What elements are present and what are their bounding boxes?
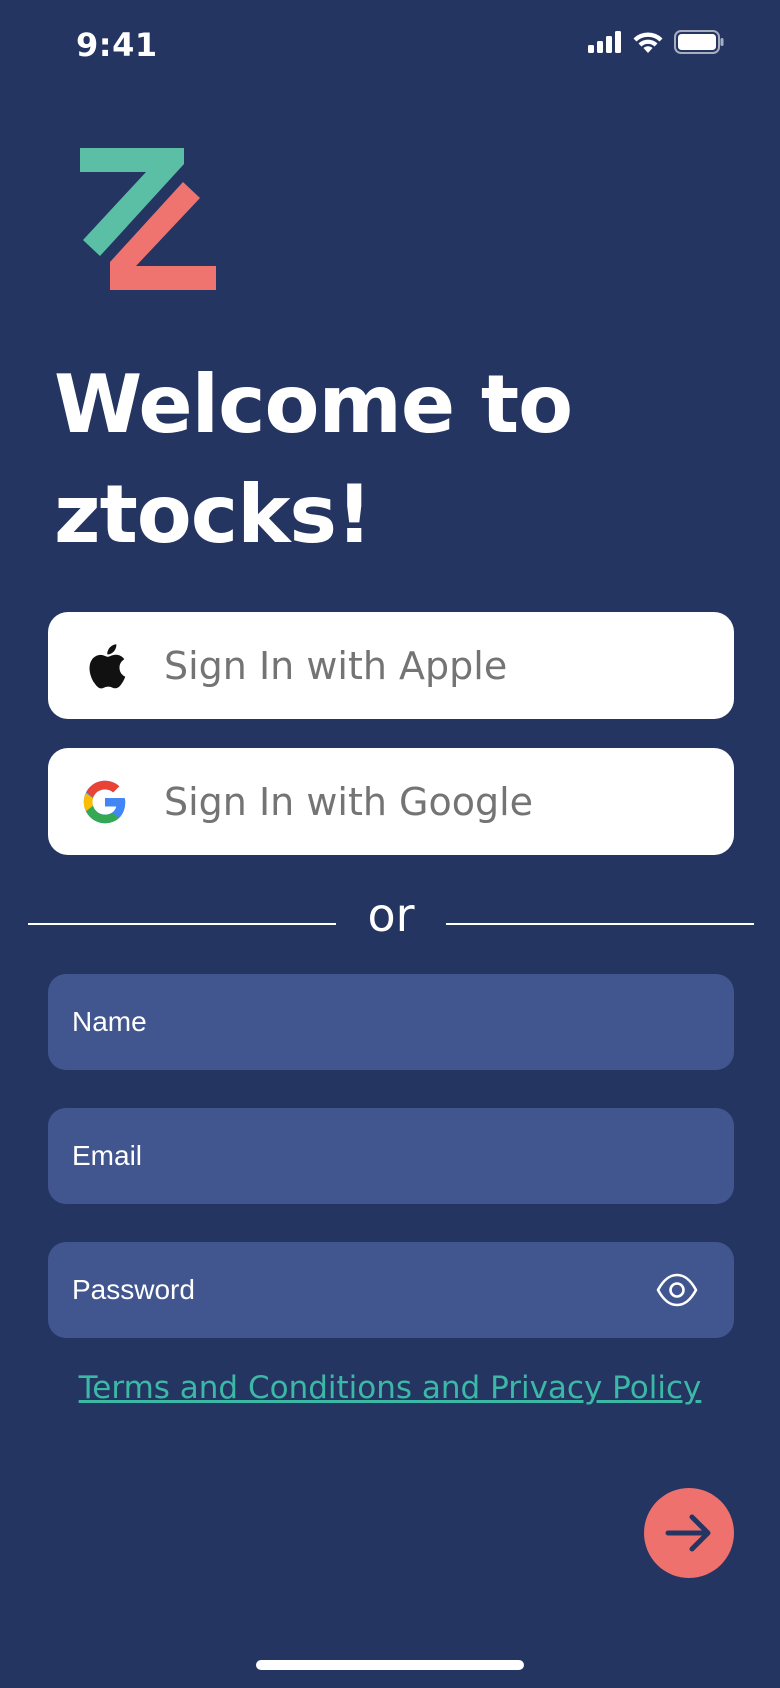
password-field-container <box>48 1242 734 1338</box>
welcome-title-line-2: ztocks! <box>54 468 372 561</box>
battery-icon <box>674 30 724 54</box>
status-bar-time: 9:41 <box>76 26 158 64</box>
or-text: or <box>367 888 415 942</box>
ztocks-logo <box>80 148 216 290</box>
google-icon <box>78 775 132 829</box>
name-input[interactable] <box>48 974 734 1070</box>
home-indicator <box>256 1660 524 1670</box>
welcome-title-line-1: Welcome to <box>54 358 573 451</box>
next-button[interactable] <box>644 1488 734 1578</box>
divider-line-left <box>28 923 336 925</box>
password-input[interactable] <box>48 1242 734 1338</box>
wifi-icon <box>633 32 663 53</box>
name-field-container <box>48 974 734 1070</box>
sign-in-with-apple-label: Sign In with Apple <box>164 643 508 688</box>
welcome-title: Welcome to ztocks! <box>54 350 674 570</box>
terms-and-privacy-link[interactable]: Terms and Conditions and Privacy Policy <box>0 1370 780 1406</box>
status-bar-icons <box>588 30 724 54</box>
or-divider: or <box>28 880 754 960</box>
apple-icon <box>78 639 132 693</box>
email-field-container <box>48 1108 734 1204</box>
sign-in-with-google-label: Sign In with Google <box>164 779 534 824</box>
sign-in-with-apple-button[interactable]: Sign In with Apple <box>48 612 734 719</box>
sign-in-with-google-button[interactable]: Sign In with Google <box>48 748 734 855</box>
divider-line-right <box>446 923 754 925</box>
arrow-right-icon <box>665 1514 711 1552</box>
cellular-signal-icon <box>588 31 621 53</box>
email-input[interactable] <box>48 1108 734 1204</box>
eye-icon[interactable] <box>656 1270 698 1310</box>
